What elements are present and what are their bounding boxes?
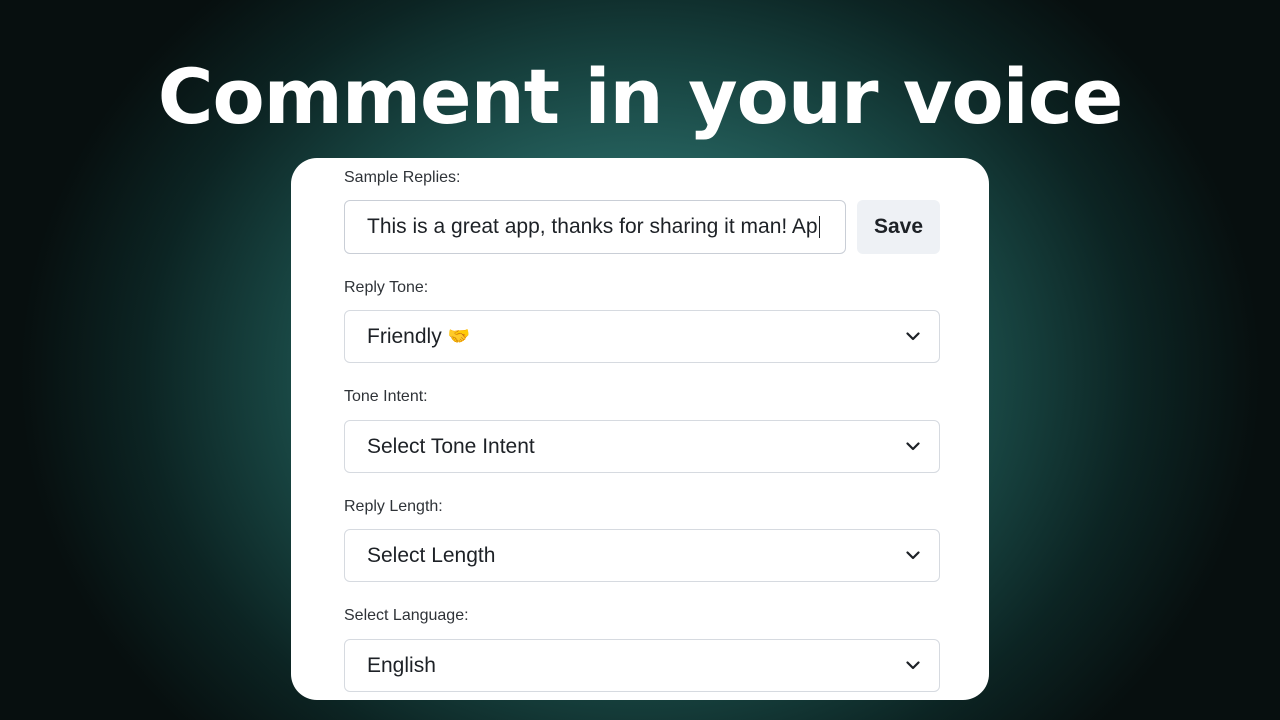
- reply-length-label: Reply Length:: [344, 498, 443, 515]
- tone-intent-value: Select Tone Intent: [367, 434, 535, 458]
- chevron-down-icon: [905, 548, 921, 564]
- reply-tone-value: Friendly: [367, 324, 442, 348]
- tone-intent-label: Tone Intent:: [344, 388, 428, 405]
- headline: Comment in your voice: [157, 52, 1124, 141]
- reply-length-select[interactable]: Select Length: [344, 529, 940, 582]
- sample-replies-label: Sample Replies:: [344, 169, 461, 186]
- chevron-down-icon: [905, 439, 921, 455]
- language-value: English: [367, 653, 436, 677]
- sample-replies-value: This is a great app, thanks for sharing …: [367, 215, 818, 238]
- language-label: Select Language:: [344, 607, 469, 624]
- chevron-down-icon: [905, 658, 921, 674]
- settings-card: Sample Replies: This is a great app, tha…: [291, 158, 989, 700]
- text-caret: [818, 216, 820, 238]
- sample-replies-input[interactable]: This is a great app, thanks for sharing …: [344, 200, 846, 254]
- reply-length-value: Select Length: [367, 543, 496, 567]
- reply-tone-select[interactable]: Friendly 🤝: [344, 310, 940, 363]
- reply-tone-value-wrap: Friendly 🤝: [367, 325, 905, 349]
- tone-intent-select[interactable]: Select Tone Intent: [344, 420, 940, 473]
- language-select[interactable]: English: [344, 639, 940, 692]
- reply-tone-label: Reply Tone:: [344, 279, 429, 296]
- handshake-emoji: 🤝: [447, 326, 471, 347]
- save-button[interactable]: Save: [857, 200, 940, 254]
- chevron-down-icon: [905, 329, 921, 345]
